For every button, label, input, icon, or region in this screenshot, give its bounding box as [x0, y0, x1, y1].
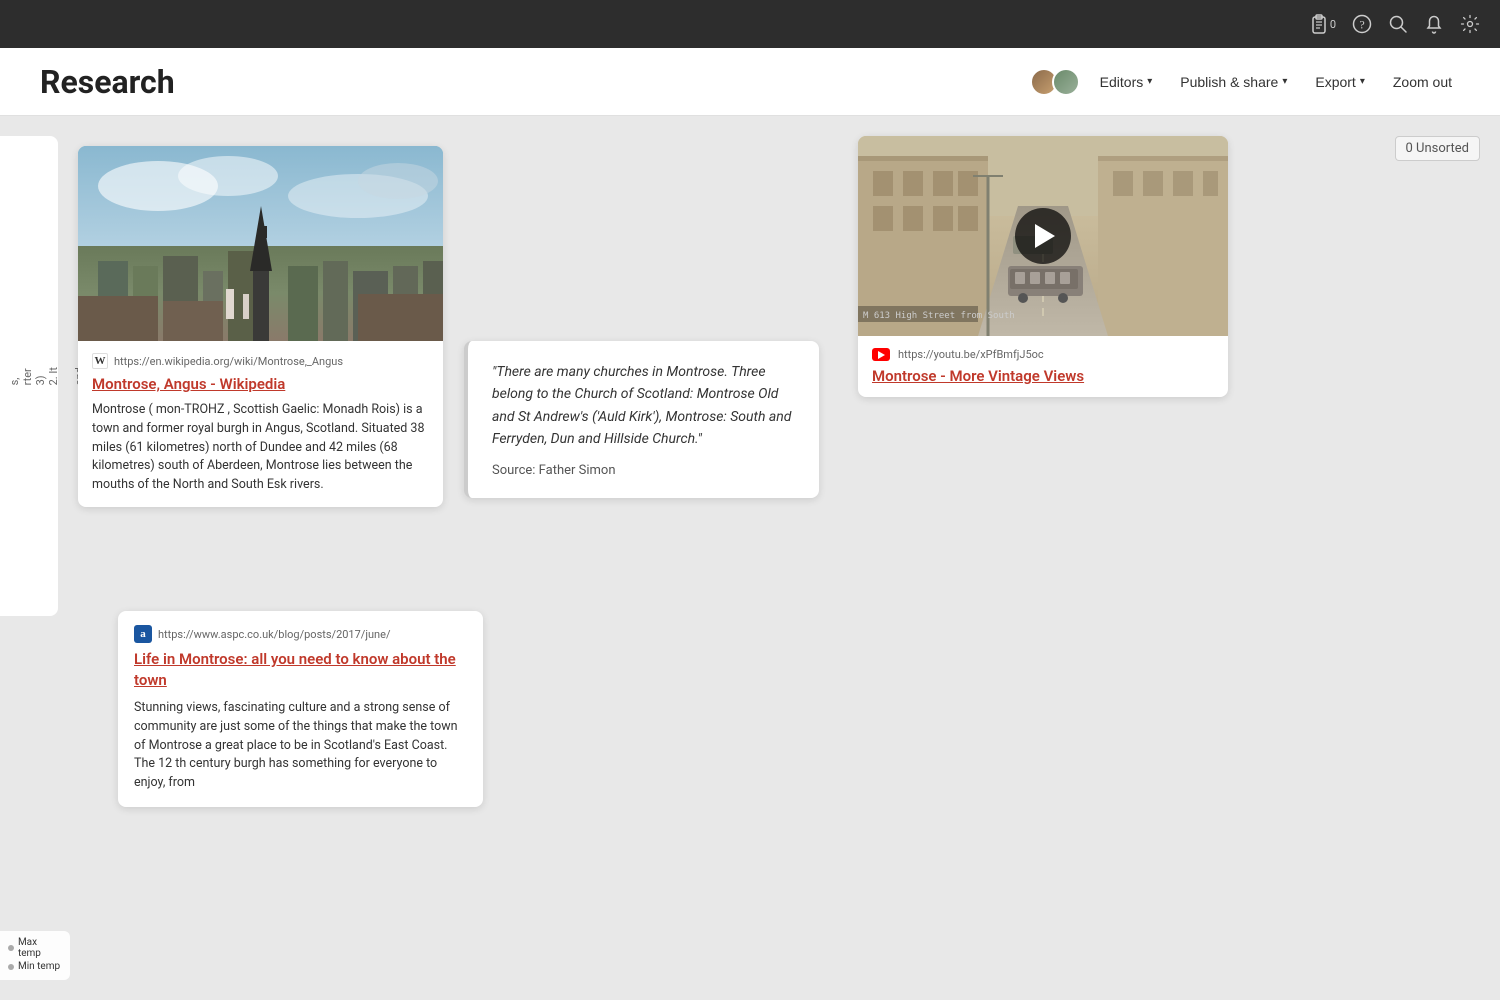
settings-icon[interactable]	[1460, 14, 1480, 34]
page-title: Research	[40, 63, 175, 101]
wiki-source-row: W https://en.wikipedia.org/wiki/Montrose…	[92, 353, 429, 369]
unsorted-label: 0 Unsorted	[1406, 141, 1469, 156]
left-panel-text: s, rter 3) 2. It and d ut .	[8, 367, 50, 385]
editors-label: Editors	[1100, 74, 1144, 90]
aspc-card: a https://www.aspc.co.uk/blog/posts/2017…	[118, 611, 483, 807]
play-icon	[1035, 224, 1055, 248]
youtube-play-icon	[878, 351, 885, 359]
aspc-url: https://www.aspc.co.uk/blog/posts/2017/j…	[158, 628, 390, 641]
video-thumbnail[interactable]: M 613 High Street from South	[858, 136, 1228, 336]
topbar: 0 ?	[0, 0, 1500, 48]
aspc-title[interactable]: Life in Montrose: all you need to know a…	[134, 649, 467, 691]
header: Research Editors ▾ Publish & share ▾ Exp…	[0, 48, 1500, 116]
aspc-description: Stunning views, fascinating culture and …	[134, 699, 467, 793]
svg-text:M 613 High Street from South: M 613 High Street from South	[863, 311, 1015, 321]
zoom-out-label: Zoom out	[1393, 74, 1452, 90]
video-url: https://youtu.be/xPfBmfjJ5oc	[898, 348, 1044, 361]
wikipedia-icon: W	[92, 353, 108, 369]
wiki-card-image	[78, 146, 443, 341]
quote-card: "There are many churches in Montrose. Th…	[464, 341, 819, 498]
aspc-card-body: a https://www.aspc.co.uk/blog/posts/2017…	[118, 611, 483, 807]
quote-text: "There are many churches in Montrose. Th…	[492, 361, 799, 451]
chevron-down-icon-3: ▾	[1360, 76, 1365, 87]
svg-text:?: ?	[1359, 18, 1364, 32]
chevron-down-icon: ▾	[1147, 76, 1152, 87]
search-icon[interactable]	[1388, 14, 1408, 34]
video-card-body: https://youtu.be/xPfBmfjJ5oc Montrose - …	[858, 336, 1228, 397]
publish-share-dropdown[interactable]: Publish & share ▾	[1172, 68, 1295, 96]
video-source-row: https://youtu.be/xPfBmfjJ5oc	[872, 348, 1214, 361]
help-icon[interactable]: ?	[1352, 14, 1372, 34]
editors-avatars	[1030, 68, 1080, 96]
weather-max-dot	[8, 945, 14, 951]
clipboard-icon[interactable]: 0	[1310, 14, 1336, 34]
bell-icon[interactable]	[1424, 14, 1444, 34]
main-canvas: 0 Unsorted s, rter 3) 2. It and d ut .	[0, 116, 1500, 1000]
weather-min-dot	[8, 964, 14, 970]
wiki-title[interactable]: Montrose, Angus - Wikipedia	[92, 375, 429, 393]
video-card: M 613 High Street from South https://you…	[858, 136, 1228, 397]
export-label: Export	[1315, 74, 1355, 90]
wiki-url: https://en.wikipedia.org/wiki/Montrose,_…	[114, 355, 429, 368]
avatar-2	[1052, 68, 1080, 96]
left-panel: s, rter 3) 2. It and d ut .	[0, 136, 58, 616]
aspc-icon: a	[134, 625, 152, 643]
editors-dropdown[interactable]: Editors ▾	[1092, 68, 1161, 96]
youtube-icon	[872, 348, 890, 361]
header-actions: Editors ▾ Publish & share ▾ Export ▾ Zoo…	[1030, 68, 1460, 96]
chevron-down-icon-2: ▾	[1282, 76, 1287, 87]
clipboard-count: 0	[1330, 18, 1336, 31]
weather-max-label: Max temp	[18, 937, 62, 959]
zoom-out-button[interactable]: Zoom out	[1385, 68, 1460, 96]
weather-widget: Max temp Min temp	[0, 931, 70, 980]
weather-max-row: Max temp	[8, 937, 62, 959]
weather-min-row: Min temp	[8, 961, 62, 972]
quote-source: Source: Father Simon	[492, 463, 799, 478]
wikipedia-card: W https://en.wikipedia.org/wiki/Montrose…	[78, 146, 443, 507]
export-dropdown[interactable]: Export ▾	[1307, 68, 1373, 96]
weather-min-label: Min temp	[18, 961, 60, 972]
wiki-description: Montrose ( mon-TROHZ , Scottish Gaelic: …	[92, 401, 429, 495]
video-title[interactable]: Montrose - More Vintage Views	[872, 367, 1214, 385]
wiki-card-body: W https://en.wikipedia.org/wiki/Montrose…	[78, 341, 443, 507]
aspc-source-row: a https://www.aspc.co.uk/blog/posts/2017…	[134, 625, 467, 643]
play-button[interactable]	[1015, 208, 1071, 264]
publish-label: Publish & share	[1180, 74, 1278, 90]
unsorted-badge[interactable]: 0 Unsorted	[1395, 136, 1480, 161]
